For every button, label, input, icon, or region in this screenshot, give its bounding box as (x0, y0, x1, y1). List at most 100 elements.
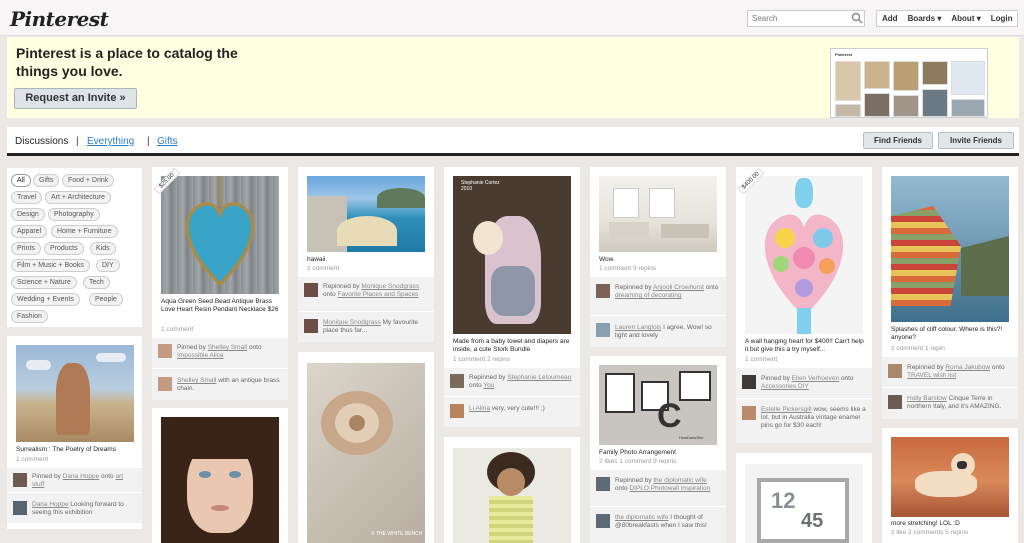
category-chip[interactable]: Fashion (11, 310, 48, 323)
pin-card[interactable]: $25.00 Aqua Green Seed Bead Antique Bras… (152, 167, 288, 400)
pin-card[interactable]: Surrealism : The Poetry of Dreams 1 comm… (7, 336, 142, 529)
tab-gifts[interactable]: Gifts (157, 136, 178, 147)
pin-image[interactable]: Stephanie Cortez 2010 (453, 176, 571, 334)
nav-boards[interactable]: Boards ▾ (903, 14, 947, 23)
user-link[interactable]: Lauren Langlois (615, 324, 661, 331)
category-chip[interactable]: Travel (11, 191, 43, 204)
find-friends-button[interactable]: Find Friends (863, 132, 933, 149)
pin-meta: 1 comment (161, 326, 194, 333)
board-link[interactable]: dreaming of decorating (615, 292, 682, 299)
user-link[interactable]: the diplomatic wife (615, 514, 668, 521)
pin-card[interactable] (444, 437, 580, 543)
pin-card[interactable]: Splashes of cliff colour. Where is this?… (882, 167, 1018, 419)
pin-card[interactable]: Stephanie Cortez 2010 Made from a baby t… (444, 167, 580, 427)
pin-image[interactable] (161, 417, 279, 543)
tab-discussions[interactable]: Discussions (15, 136, 68, 147)
avatar[interactable] (596, 514, 610, 528)
pin-card[interactable]: © THE WHITE BENCH (298, 352, 434, 543)
board-link[interactable]: DIPLO Photowall inspiration (629, 485, 710, 492)
category-chip[interactable]: Wedding + Events (11, 293, 80, 306)
category-chip[interactable]: Products (44, 242, 84, 255)
nav-login[interactable]: Login (986, 14, 1018, 23)
pin-card[interactable]: 12 45 (736, 453, 872, 543)
category-chip[interactable]: Design (11, 208, 45, 221)
avatar[interactable] (742, 406, 756, 420)
pin-image[interactable] (891, 437, 1009, 517)
category-chip[interactable]: Art + Architecture (45, 191, 111, 204)
user-link[interactable]: the diplomatic wife (653, 477, 706, 484)
pin-image[interactable] (599, 176, 717, 252)
category-chip[interactable]: People (89, 293, 123, 306)
avatar[interactable] (304, 283, 318, 297)
category-chip[interactable]: All (11, 174, 31, 187)
avatar[interactable] (13, 473, 27, 487)
pin-card[interactable]: more stretching! LOL :D 1 like 2 comment… (882, 428, 1018, 543)
pinterest-logo[interactable]: Pinterest (10, 7, 109, 31)
board-link[interactable]: Impossible Alice (177, 352, 224, 359)
avatar[interactable] (596, 477, 610, 491)
avatar[interactable] (450, 404, 464, 418)
category-chip[interactable]: Home + Furniture (51, 225, 118, 238)
pin-image[interactable] (16, 345, 134, 442)
tab-everything[interactable]: Everything (87, 136, 134, 147)
category-chip[interactable]: Prints (11, 242, 41, 255)
pin-image[interactable] (161, 176, 279, 294)
nav-about[interactable]: About ▾ (946, 14, 985, 23)
request-invite-button[interactable]: Request an Invite » (14, 88, 137, 109)
user-link[interactable]: Dana Hoppe (32, 501, 69, 508)
avatar[interactable] (742, 375, 756, 389)
pin-image[interactable] (745, 176, 863, 334)
invite-friends-button[interactable]: Invite Friends (938, 132, 1014, 149)
pin-card[interactable]: $400.00 A wall hanging heart for $400!! … (736, 167, 872, 443)
user-link[interactable]: Ellen Verhoeven (792, 375, 839, 382)
avatar[interactable] (888, 395, 902, 409)
user-link[interactable]: Stephanie Letourneau (507, 374, 571, 381)
avatar[interactable] (596, 284, 610, 298)
avatar[interactable] (304, 319, 318, 333)
pin-activity: Repinned by the diplomatic wife onto DIP… (590, 470, 726, 506)
pin-card[interactable]: C HowDoesShe Family Photo Arrangement 2 … (590, 356, 726, 543)
user-link[interactable]: Holly Barstow (907, 395, 947, 402)
board-link[interactable]: Favorite Places and Spaces (337, 291, 418, 298)
avatar[interactable] (596, 323, 610, 337)
category-chip[interactable]: Kids (90, 242, 116, 255)
user-link[interactable]: Anjooli Crowhurst (653, 284, 704, 291)
search-input[interactable] (747, 10, 865, 27)
pin-image[interactable]: © THE WHITE BENCH (307, 363, 425, 543)
user-link[interactable]: Dana Hoppe (63, 473, 100, 480)
board-link[interactable]: TRAVEL wish list (907, 372, 956, 379)
category-chip[interactable]: Apparel (11, 225, 48, 238)
category-chip[interactable]: DIY (96, 259, 120, 272)
pin-image[interactable]: 12 45 (745, 464, 863, 543)
pin-image[interactable] (891, 176, 1009, 322)
category-chip[interactable]: Film + Music + Books (11, 259, 90, 272)
avatar[interactable] (888, 364, 902, 378)
board-link[interactable]: You (483, 382, 494, 389)
user-link[interactable]: Estelle Pickersgill (761, 406, 812, 413)
pin-image[interactable] (307, 176, 425, 252)
pin-card[interactable] (152, 408, 288, 543)
category-chip[interactable]: Science + Nature (11, 276, 77, 289)
user-link[interactable]: Shelley Small (208, 344, 247, 351)
pin-card[interactable]: hawaii. 1 comment Repinned by Monique Sn… (298, 167, 434, 342)
board-link[interactable]: Accessories DIY (761, 383, 809, 390)
pin-image[interactable] (453, 448, 571, 543)
category-chip[interactable]: Gifts (33, 174, 60, 187)
avatar[interactable] (158, 377, 172, 391)
user-link[interactable]: Monique Snodgrass (323, 319, 381, 326)
user-link[interactable]: Roma Jakubow (945, 364, 990, 371)
pin-image[interactable]: C HowDoesShe (599, 365, 717, 445)
search-icon[interactable] (851, 12, 863, 24)
pin-card[interactable]: Wow. 1 comment 3 repins Repinned by Anjo… (590, 167, 726, 347)
user-link[interactable]: Shelley Small (177, 377, 216, 384)
avatar[interactable] (450, 374, 464, 388)
avatar[interactable] (13, 501, 27, 515)
category-chip[interactable]: Food + Drink (62, 174, 115, 187)
category-chip[interactable]: Photography (48, 208, 100, 221)
pin-meta: 1 comment 1 repin (891, 345, 945, 352)
user-link[interactable]: Monique Snodgrass (361, 283, 419, 290)
category-chip[interactable]: Tech (83, 276, 110, 289)
avatar[interactable] (158, 344, 172, 358)
nav-add[interactable]: Add (877, 14, 903, 23)
user-link[interactable]: Li Alina (469, 405, 490, 412)
